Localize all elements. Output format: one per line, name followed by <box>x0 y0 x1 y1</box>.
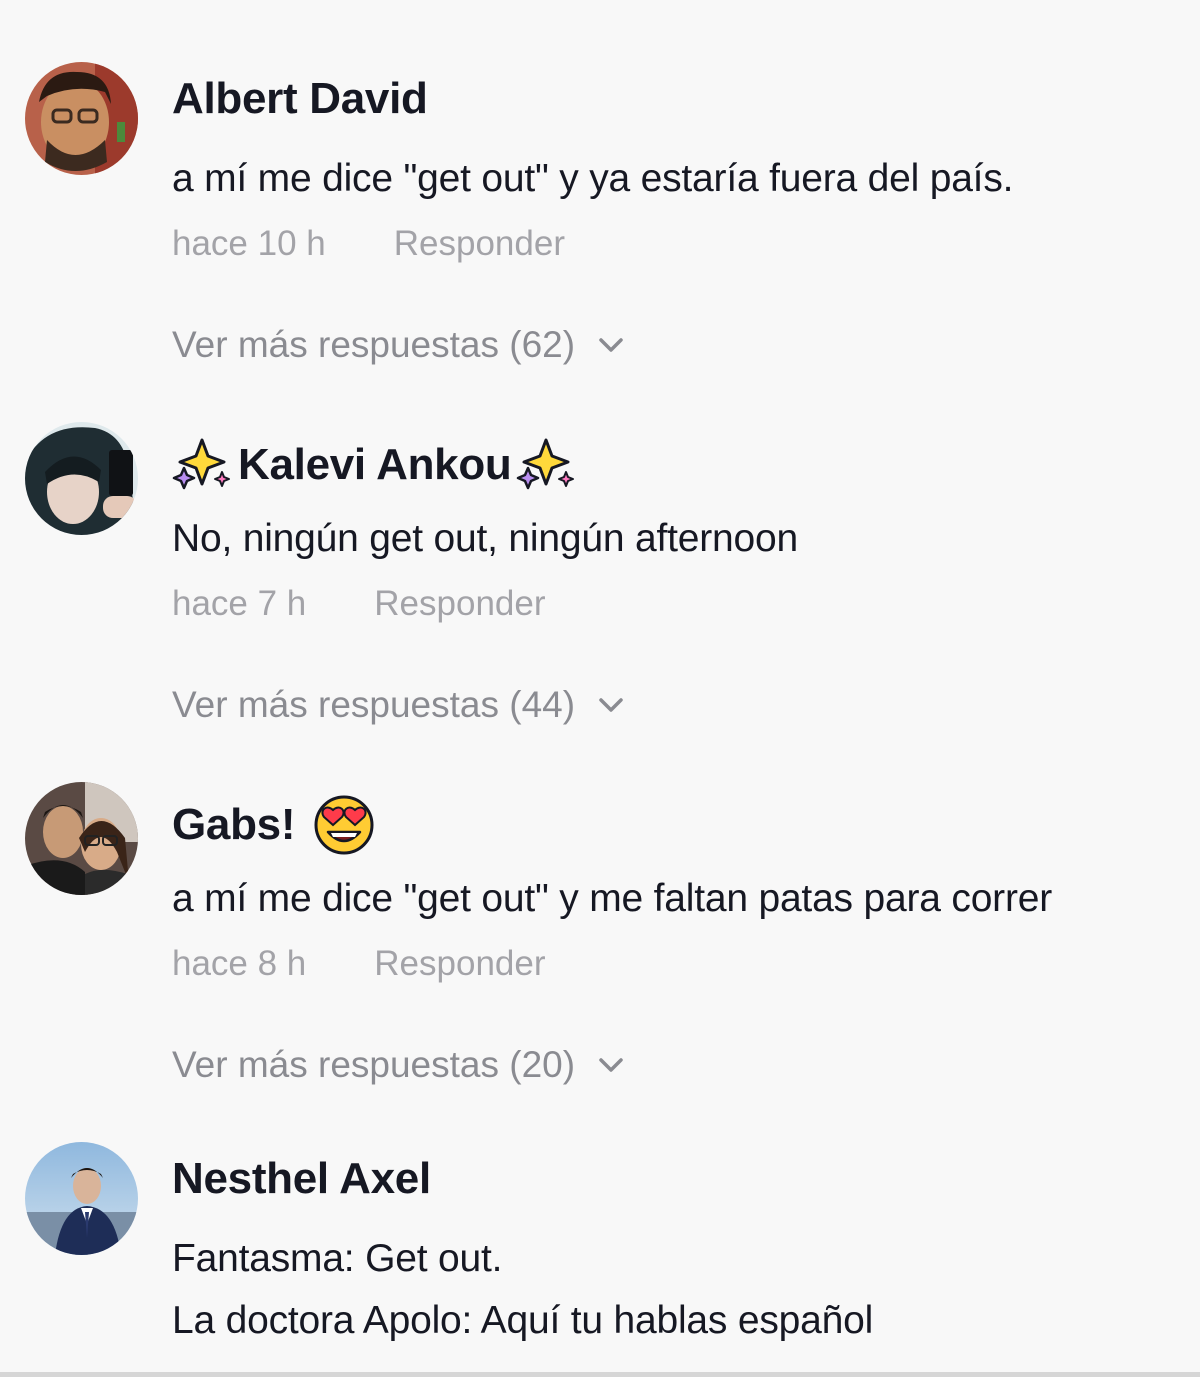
comment-text-line: a mí me dice "get out" y ya estaría fuer… <box>172 157 1014 200</box>
username[interactable]: Kalevi Ankou <box>172 434 578 496</box>
comment-time: hace 8 h <box>172 944 307 983</box>
comment-text-line: a mí me dice "get out" y me faltan patas… <box>172 877 1053 920</box>
view-more-replies-label[interactable]: Ver más respuestas (62) <box>172 324 575 366</box>
username-text[interactable]: Gabs! <box>172 800 296 850</box>
comment-text: Fantasma: Get out. La doctora Apolo: Aqu… <box>172 1228 873 1352</box>
chevron-down-icon[interactable] <box>597 1051 625 1079</box>
view-more-replies-button[interactable]: Ver más respuestas (62) <box>172 324 625 366</box>
avatar-image <box>25 1142 138 1255</box>
comment-text-line: No, ningún get out, ningún afternoon <box>172 517 798 560</box>
chevron-down-icon[interactable] <box>597 331 625 359</box>
avatar[interactable] <box>25 782 138 895</box>
username-text[interactable]: Albert David <box>172 74 428 124</box>
avatar[interactable] <box>25 62 138 175</box>
comment-text-line: La doctora Apolo: Aquí tu hablas español <box>172 1299 874 1342</box>
sparkles-emoji-icon <box>516 438 574 490</box>
reply-button[interactable]: Responder <box>374 944 545 984</box>
comment-text: a mí me dice "get out" y me faltan patas… <box>172 868 1052 930</box>
comment-time: hace 7 h <box>172 584 307 623</box>
view-more-replies-label[interactable]: Ver más respuestas (44) <box>172 684 575 726</box>
chevron-down-icon[interactable] <box>597 691 625 719</box>
username-text[interactable]: Nesthel Axel <box>172 1154 431 1204</box>
sparkles-emoji-icon <box>172 438 230 490</box>
comment-meta: hace 10 h Responder <box>172 224 565 264</box>
username[interactable]: Nesthel Axel <box>172 1154 431 1204</box>
view-more-replies-label[interactable]: Ver más respuestas (20) <box>172 1044 575 1086</box>
bottom-divider <box>0 1372 1200 1377</box>
reply-button[interactable]: Responder <box>394 224 565 264</box>
view-more-replies-button[interactable]: Ver más respuestas (20) <box>172 1044 625 1086</box>
comment-time: hace 10 h <box>172 224 326 263</box>
avatar-image <box>25 422 138 535</box>
reply-button[interactable]: Responder <box>374 584 545 624</box>
comment-text: a mí me dice "get out" y ya estaría fuer… <box>172 148 1013 210</box>
avatar-image <box>25 782 138 895</box>
comment-meta: hace 7 h Responder <box>172 584 546 624</box>
avatar[interactable] <box>25 1142 138 1255</box>
username[interactable]: Gabs! <box>172 794 375 856</box>
heart-eyes-emoji-icon <box>314 795 374 855</box>
avatar-image <box>25 62 138 175</box>
avatar[interactable] <box>25 422 138 535</box>
view-more-replies-button[interactable]: Ver más respuestas (44) <box>172 684 625 726</box>
username-text[interactable]: Kalevi Ankou <box>238 440 512 490</box>
username[interactable]: Albert David <box>172 74 428 124</box>
comment-meta: hace 8 h Responder <box>172 944 546 984</box>
comment-text: No, ningún get out, ningún afternoon <box>172 508 798 570</box>
comment-text-line: Fantasma: Get out. <box>172 1237 503 1280</box>
